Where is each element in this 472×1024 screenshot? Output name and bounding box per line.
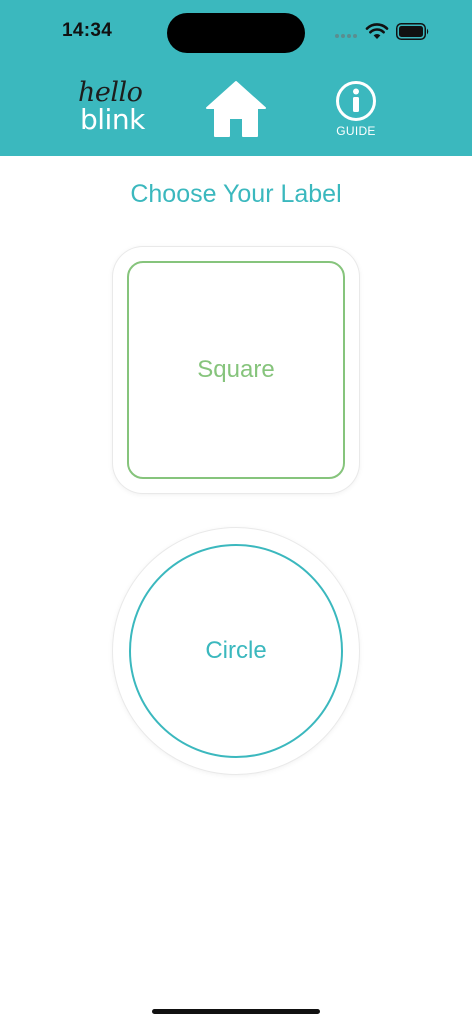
guide-button[interactable]: GUIDE (328, 80, 384, 140)
page-title: Choose Your Label (130, 180, 342, 208)
home-icon (206, 81, 266, 137)
home-indicator[interactable] (152, 1009, 320, 1014)
wifi-icon (365, 23, 389, 39)
logo-text-blink: blink (80, 103, 145, 136)
info-icon (336, 81, 376, 121)
dynamic-island (167, 13, 305, 53)
circle-label-option[interactable]: Circle (113, 528, 359, 774)
hello-blink-logo: hello blink (78, 78, 158, 138)
battery-icon (396, 23, 429, 40)
home-button[interactable] (205, 80, 267, 138)
circle-label-text: Circle (205, 637, 267, 664)
app-screen: 14:34 hello blink GUIDE Choose Your Labe… (0, 0, 472, 1024)
guide-label: GUIDE (336, 124, 376, 138)
app-header: 14:34 hello blink GUIDE (0, 0, 472, 156)
square-label-text: Square (197, 356, 275, 383)
cellular-signal-icon (335, 34, 359, 40)
square-label-option[interactable]: Square (113, 247, 359, 493)
status-time: 14:34 (62, 20, 113, 41)
